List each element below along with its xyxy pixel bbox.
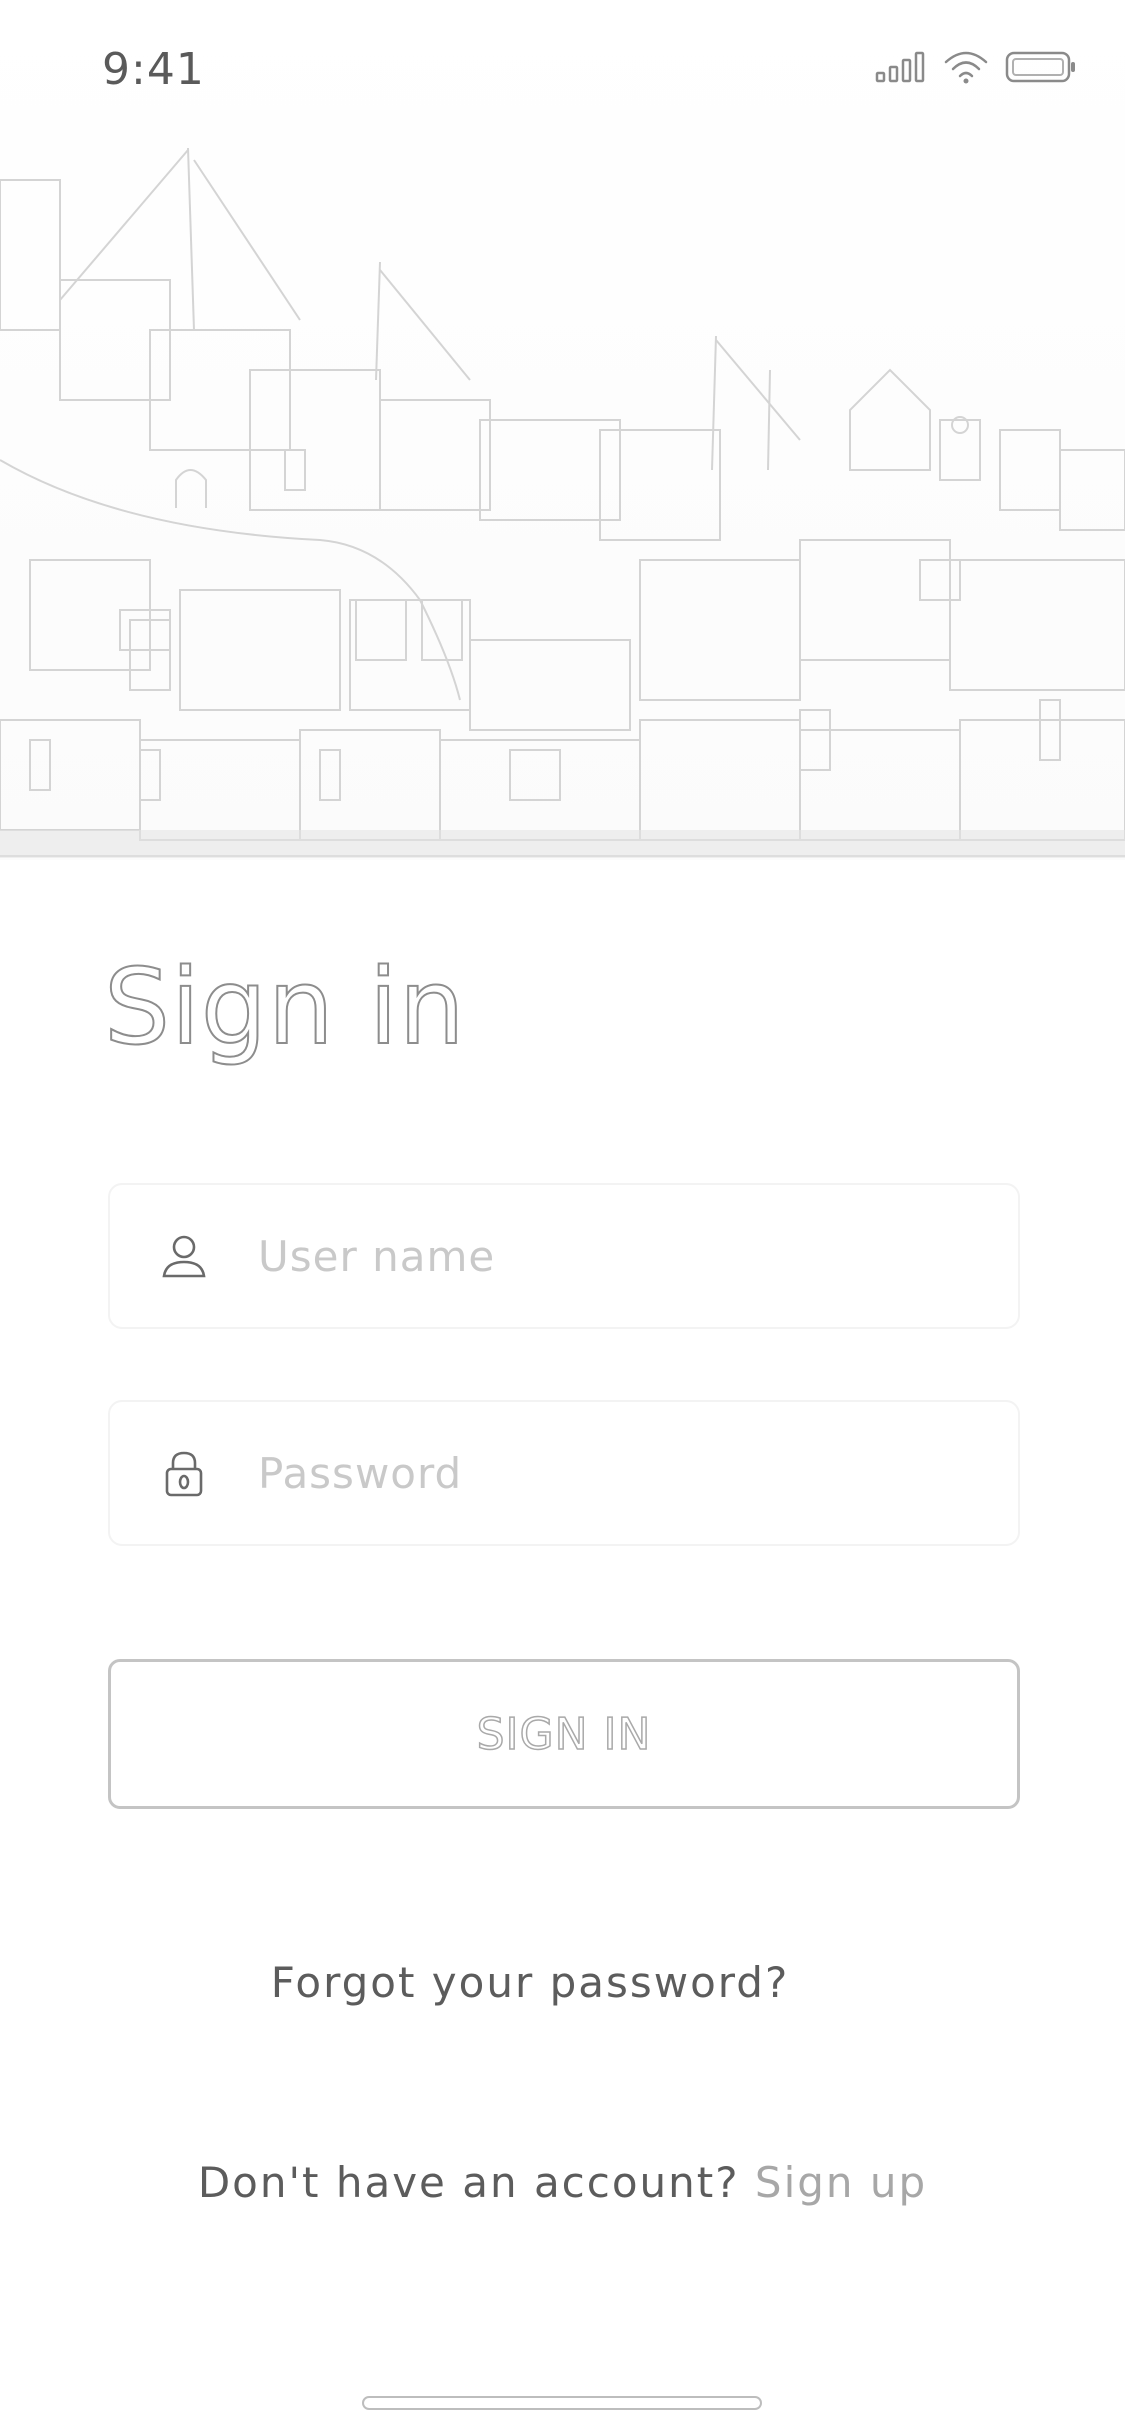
- status-icons: [875, 50, 1077, 84]
- cellular-signal-icon: [875, 51, 925, 83]
- signup-row: Don't have an account? Sign up: [0, 2158, 1125, 2207]
- sign-in-button-label: SIGN IN: [476, 1708, 652, 1761]
- page-title: Sign in: [103, 946, 466, 1068]
- sign-in-button[interactable]: SIGN IN: [108, 1659, 1020, 1809]
- signup-link[interactable]: Sign up: [755, 2158, 927, 2207]
- password-field[interactable]: [108, 1400, 1020, 1546]
- home-indicator[interactable]: [362, 2396, 762, 2410]
- forgot-password-link[interactable]: Forgot your password?: [0, 1958, 1060, 2007]
- no-account-text: Don't have an account?: [197, 2158, 755, 2207]
- status-bar: 9:41: [0, 0, 1125, 140]
- user-icon: [162, 1235, 206, 1278]
- lock-icon: [165, 1451, 203, 1497]
- wifi-icon: [944, 51, 988, 84]
- sign-in-screen: 9:41 Sign in User name SIGN IN Forgot yo…: [0, 0, 1125, 2436]
- status-time: 9:41: [102, 44, 205, 95]
- password-input[interactable]: [258, 1402, 958, 1544]
- battery-icon: [1005, 51, 1075, 83]
- username-field[interactable]: [108, 1183, 1020, 1329]
- username-input[interactable]: [258, 1185, 958, 1327]
